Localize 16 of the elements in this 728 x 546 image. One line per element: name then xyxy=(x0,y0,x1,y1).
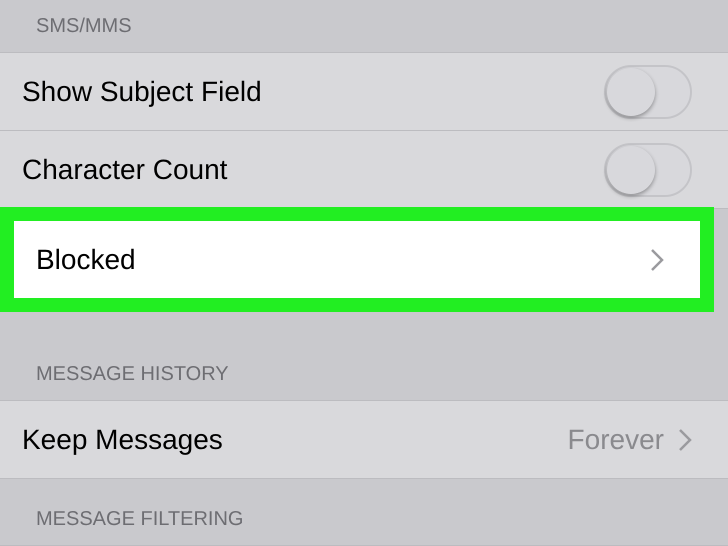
row-label: Character Count xyxy=(22,152,228,186)
chevron-icon xyxy=(650,248,664,272)
section-header: MESSAGE FILTERING xyxy=(36,507,244,532)
row-label: Blocked xyxy=(36,242,137,276)
row-value: Forever xyxy=(568,422,664,456)
section-header: SMS/MMS xyxy=(36,14,132,39)
toggle-switch[interactable] xyxy=(604,142,692,196)
row-label: Show Subject Field xyxy=(22,74,263,109)
toggle-switch[interactable] xyxy=(604,64,692,118)
settings-row[interactable]: Keep Messages Forever xyxy=(0,401,728,479)
settings-row[interactable]: Show Subject Field xyxy=(0,53,728,131)
settings-row[interactable]: Character Count xyxy=(0,131,728,209)
settings-row[interactable]: Blocked xyxy=(14,221,700,298)
section-header: MESSAGE HISTORY xyxy=(36,362,229,387)
chevron-icon xyxy=(678,428,692,452)
row-label: Keep Messages xyxy=(22,422,224,457)
